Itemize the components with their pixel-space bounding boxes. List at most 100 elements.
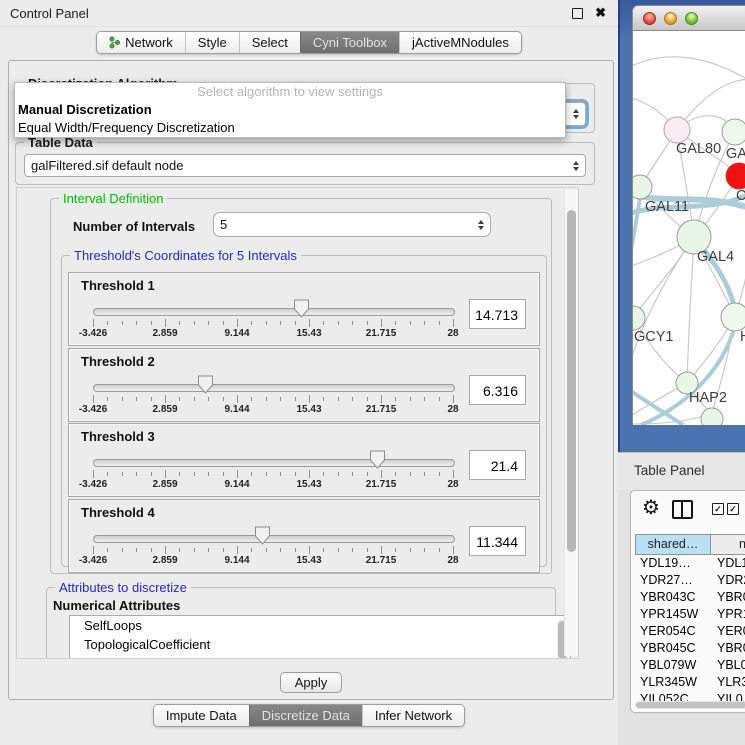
numerical-attributes-label: Numerical Attributes [53,598,180,613]
number-of-intervals-label: Number of Intervals [73,219,195,234]
tick-mark [179,321,180,325]
bottom-tab-discretize-data[interactable]: Discretize Data [249,705,362,726]
tick-mark [237,395,238,403]
table-row[interactable]: YDL19…YDL1 [635,555,745,572]
threshold-value-field[interactable]: 11.344 [469,526,526,556]
column-header-name[interactable]: na [711,534,745,555]
tick-mark [323,321,324,325]
tab-select[interactable]: Select [239,32,300,53]
node-label: H [740,329,745,345]
desktop-background: GAL80GACGAL11GAL4GCY1HHAP2 [618,0,745,452]
tick-label: -3.426 [79,404,107,415]
horizontal-scrollbar[interactable] [635,701,745,709]
bottom-tab-row: Impute DataDiscretize DataInfer Network [0,704,618,727]
tab-style[interactable]: Style [185,32,239,53]
table-cell: YER054C [635,623,711,640]
close-icon[interactable]: ✖ [595,5,606,20]
table-row[interactable]: YIL052CYIL0 [635,691,745,701]
table-row[interactable]: YBL079WYBL0 [635,657,745,674]
tab-network[interactable]: Network [97,32,185,53]
list-item-betweennesscentrality[interactable]: BetweennessCentrality [70,654,570,659]
tick-mark [338,472,339,476]
network-node-gal11[interactable] [633,175,652,199]
list-item-topologicalcoefficient[interactable]: TopologicalCoefficient [70,635,570,654]
apply-button[interactable]: Apply [280,672,342,693]
table-row[interactable]: YPR145WYPR1 [635,606,745,623]
bottom-tab-impute-data[interactable]: Impute Data [154,705,249,726]
network-edge[interactable] [633,237,694,371]
tick-mark [439,397,440,401]
tick-mark [309,470,310,478]
table-cell: YLR345W [635,674,711,691]
float-window-icon[interactable] [572,8,583,19]
threshold-box-3: Threshold 3-3.4262.8599.14415.4321.71528… [68,423,540,497]
checkbox-icon[interactable]: ✓ [727,503,739,515]
tick-mark [194,321,195,325]
tick-mark [424,321,425,325]
slider-thumb[interactable] [369,450,386,469]
table-row[interactable]: YBR043CYBR0 [635,589,745,606]
table-data-combobox[interactable]: galFiltered.sif default node [24,154,586,177]
tick-mark [165,546,166,554]
dropdown-option-manual-discretization[interactable]: Manual Discretization [15,101,565,119]
number-of-intervals-combobox[interactable]: 5 [213,212,491,237]
vertical-scrollbar-thumb[interactable] [567,210,576,552]
slider-track [93,384,455,392]
network-node-gal80[interactable] [664,117,690,143]
network-node-ga[interactable] [722,119,745,145]
threshold-value-field[interactable]: 6.316 [469,375,526,405]
tab-cyni-toolbox[interactable]: Cyni Toolbox [300,32,399,53]
table-row[interactable]: YER054CYER0 [635,623,745,640]
table-row[interactable]: YLR345WYLR3 [635,674,745,691]
network-window-titlebar[interactable] [632,5,745,31]
network-canvas[interactable]: GAL80GACGAL11GAL4GCY1HHAP2 [632,31,745,425]
numerical-attributes-list[interactable]: SelfLoopsTopologicalCoefficientBetweenne… [69,615,571,659]
tick-mark [179,548,180,552]
network-node[interactable] [701,408,723,425]
tick-mark [223,472,224,476]
network-view-window: GAL80GACGAL11GAL4GCY1HHAP2 [632,5,745,425]
tab-label: Cyni Toolbox [313,35,387,50]
network-edge[interactable] [633,57,745,86]
network-graph[interactable]: GAL80GACGAL11GAL4GCY1HHAP2 [633,31,745,425]
slider-thumb[interactable] [254,526,271,545]
threshold-value-field[interactable]: 14.713 [469,299,526,329]
tab-label: Network [125,35,173,50]
interval-definition-label: Interval Definition [59,191,167,206]
tick-mark [280,472,281,476]
zoom-traffic-light-icon[interactable] [685,12,698,25]
dropdown-option-equal-width-frequency[interactable]: Equal Width/Frequency Discretization [15,119,565,137]
slider-thumb[interactable] [197,375,214,394]
network-node-h[interactable] [721,303,745,331]
slider-thumb[interactable] [293,299,310,318]
node-table: shared… na YDL19…YDL1YDR27…YDR2YBR043CYB… [635,534,745,701]
tick-mark [179,472,180,476]
table-cell: YIL0 [711,691,745,701]
network-edge[interactable] [633,191,641,286]
tick-mark [251,321,252,325]
tick-mark [266,548,267,552]
tick-mark [107,472,108,476]
minimize-traffic-light-icon[interactable] [664,12,677,25]
table-row[interactable]: YDR27…YDR2 [635,572,745,589]
list-item-selfloops[interactable]: SelfLoops [70,616,570,635]
gear-icon[interactable]: ⚙ [642,495,660,521]
column-header-shared[interactable]: shared… [635,534,711,555]
threshold-value-field[interactable]: 21.4 [469,450,526,480]
network-edge[interactable] [687,237,694,383]
table-row[interactable]: YBR045CYBR0 [635,640,745,657]
checkbox-icon[interactable]: ✓ [712,503,724,515]
tick-mark [122,548,123,552]
bottom-tab-infer-network[interactable]: Infer Network [362,705,464,726]
tick-mark [251,548,252,552]
attributes-group: Attributes to discretize Numerical Attri… [46,587,556,659]
split-columns-icon[interactable] [672,500,693,519]
slider-track [93,459,455,467]
vertical-scrollbar[interactable] [564,190,578,656]
table-cell: YDL1 [711,555,745,572]
close-traffic-light-icon[interactable] [643,12,656,25]
tab-jactivemnodules[interactable]: jActiveMNodules [399,32,521,53]
table-cell: YLR3 [711,674,745,691]
network-edge[interactable] [633,318,687,383]
horizontal-scrollbar-thumb[interactable] [636,702,745,708]
